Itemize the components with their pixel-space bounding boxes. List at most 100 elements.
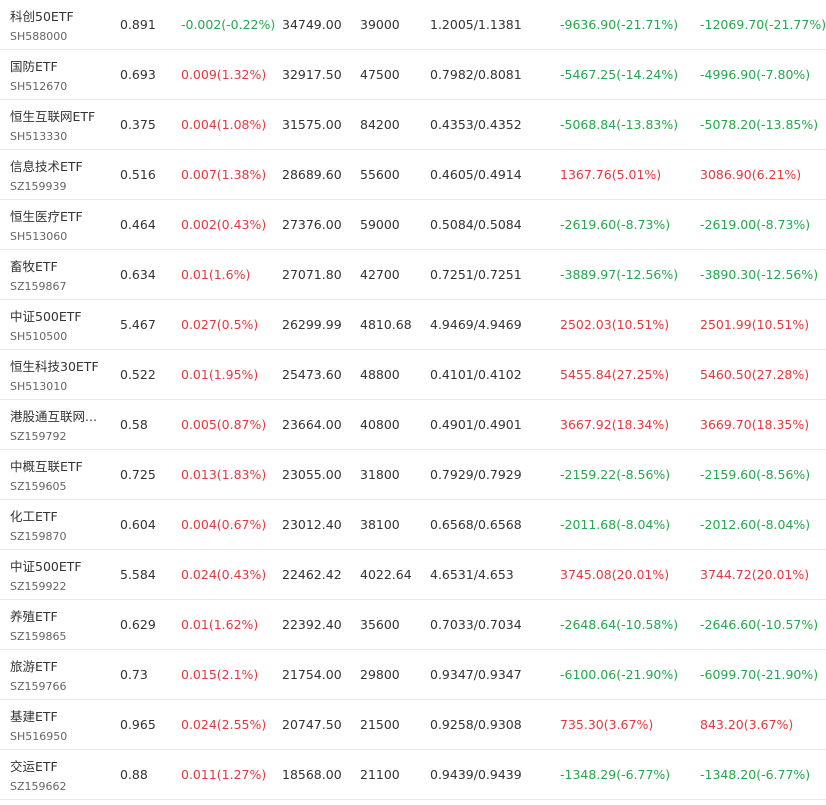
fund-name-cell: 恒生互联网ETF SH513330 xyxy=(10,106,105,155)
shares-cell: 38100 xyxy=(360,517,400,532)
pnl-cell: -5068.84(-13.83%) xyxy=(560,117,679,132)
table-row[interactable]: 畜牧ETF SZ159867 0.634 0.01(1.6%) 27071.80… xyxy=(0,250,826,300)
pnl-total-cell: -12069.70(-21.77%) xyxy=(700,17,826,32)
fund-name[interactable]: 基建ETF xyxy=(10,706,105,725)
fund-name[interactable]: 养殖ETF xyxy=(10,606,105,625)
holdings-table: 科创50ETF SH588000 0.891 -0.002(-0.22%) 34… xyxy=(0,0,826,800)
table-row[interactable]: 化工ETF SZ159870 0.604 0.004(0.67%) 23012.… xyxy=(0,500,826,550)
cost-cell: 0.4605/0.4914 xyxy=(430,167,522,182)
market-value-cell: 23055.00 xyxy=(282,467,342,482)
cost-cell: 0.7929/0.7929 xyxy=(430,467,522,482)
fund-name[interactable]: 交运ETF xyxy=(10,756,105,775)
price-cell: 0.725 xyxy=(120,467,156,482)
fund-name[interactable]: 科创50ETF xyxy=(10,6,105,25)
price-cell: 0.629 xyxy=(120,617,156,632)
fund-code: SZ159662 xyxy=(10,780,67,793)
fund-name-cell: 国防ETF SH512670 xyxy=(10,56,105,105)
shares-cell: 4022.64 xyxy=(360,567,412,582)
fund-name[interactable]: 港股通互联网... xyxy=(10,406,105,425)
market-value-cell: 18568.00 xyxy=(282,767,342,782)
fund-name[interactable]: 中概互联ETF xyxy=(10,456,105,475)
table-row[interactable]: 港股通互联网... SZ159792 0.58 0.005(0.87%) 236… xyxy=(0,400,826,450)
pnl-cell: 2502.03(10.51%) xyxy=(560,317,670,332)
table-row[interactable]: 基建ETF SH516950 0.965 0.024(2.55%) 20747.… xyxy=(0,700,826,750)
price-cell: 0.58 xyxy=(120,417,148,432)
fund-code: SH588000 xyxy=(10,30,68,43)
pnl-cell: -5467.25(-14.24%) xyxy=(560,67,679,82)
fund-name-cell: 科创50ETF SH588000 xyxy=(10,6,105,55)
shares-cell: 31800 xyxy=(360,467,400,482)
fund-name-cell: 恒生科技30ETF SH513010 xyxy=(10,356,105,405)
cost-cell: 0.4101/0.4102 xyxy=(430,367,522,382)
pnl-cell: -9636.90(-21.71%) xyxy=(560,17,679,32)
price-cell: 0.375 xyxy=(120,117,156,132)
change-cell: 0.01(1.62%) xyxy=(181,617,259,632)
fund-name[interactable]: 恒生互联网ETF xyxy=(10,106,105,125)
fund-name[interactable]: 畜牧ETF xyxy=(10,256,105,275)
fund-name[interactable]: 恒生医疗ETF xyxy=(10,206,105,225)
table-row[interactable]: 交运ETF SZ159662 0.88 0.011(1.27%) 18568.0… xyxy=(0,750,826,800)
fund-name[interactable]: 化工ETF xyxy=(10,506,105,525)
pnl-total-cell: -2159.60(-8.56%) xyxy=(700,467,811,482)
fund-code: SH513330 xyxy=(10,130,68,143)
cost-cell: 1.2005/1.1381 xyxy=(430,17,522,32)
holdings-table-body: 科创50ETF SH588000 0.891 -0.002(-0.22%) 34… xyxy=(0,0,826,800)
table-row[interactable]: 科创50ETF SH588000 0.891 -0.002(-0.22%) 34… xyxy=(0,0,826,50)
market-value-cell: 22462.42 xyxy=(282,567,342,582)
fund-name[interactable]: 旅游ETF xyxy=(10,656,105,675)
change-cell: 0.004(0.67%) xyxy=(181,517,267,532)
market-value-cell: 27376.00 xyxy=(282,217,342,232)
fund-name[interactable]: 恒生科技30ETF xyxy=(10,356,105,375)
cost-cell: 0.4353/0.4352 xyxy=(430,117,522,132)
price-cell: 0.604 xyxy=(120,517,156,532)
shares-cell: 39000 xyxy=(360,17,400,32)
change-cell: 0.01(1.95%) xyxy=(181,367,259,382)
fund-name[interactable]: 国防ETF xyxy=(10,56,105,75)
table-row[interactable]: 养殖ETF SZ159865 0.629 0.01(1.62%) 22392.4… xyxy=(0,600,826,650)
market-value-cell: 34749.00 xyxy=(282,17,342,32)
table-row[interactable]: 恒生互联网ETF SH513330 0.375 0.004(1.08%) 315… xyxy=(0,100,826,150)
pnl-cell: -2648.64(-10.58%) xyxy=(560,617,679,632)
market-value-cell: 23012.40 xyxy=(282,517,342,532)
pnl-total-cell: 3744.72(20.01%) xyxy=(700,567,810,582)
table-row[interactable]: 恒生医疗ETF SH513060 0.464 0.002(0.43%) 2737… xyxy=(0,200,826,250)
table-row[interactable]: 信息技术ETF SZ159939 0.516 0.007(1.38%) 2868… xyxy=(0,150,826,200)
fund-name-cell: 中证500ETF SZ159922 xyxy=(10,556,105,605)
change-cell: 0.024(2.55%) xyxy=(181,717,267,732)
price-cell: 0.965 xyxy=(120,717,156,732)
price-cell: 0.522 xyxy=(120,367,156,382)
pnl-total-cell: -6099.70(-21.90%) xyxy=(700,667,819,682)
cost-cell: 0.4901/0.4901 xyxy=(430,417,522,432)
table-row[interactable]: 旅游ETF SZ159766 0.73 0.015(2.1%) 21754.00… xyxy=(0,650,826,700)
cost-cell: 0.7251/0.7251 xyxy=(430,267,522,282)
table-row[interactable]: 中证500ETF SH510500 5.467 0.027(0.5%) 2629… xyxy=(0,300,826,350)
market-value-cell: 22392.40 xyxy=(282,617,342,632)
pnl-total-cell: -2012.60(-8.04%) xyxy=(700,517,811,532)
pnl-cell: 3745.08(20.01%) xyxy=(560,567,670,582)
fund-name[interactable]: 信息技术ETF xyxy=(10,156,105,175)
table-row[interactable]: 恒生科技30ETF SH513010 0.522 0.01(1.95%) 254… xyxy=(0,350,826,400)
fund-name[interactable]: 中证500ETF xyxy=(10,556,105,575)
market-value-cell: 28689.60 xyxy=(282,167,342,182)
cost-cell: 0.7982/0.8081 xyxy=(430,67,522,82)
pnl-cell: -6100.06(-21.90%) xyxy=(560,667,679,682)
fund-name-cell: 基建ETF SH516950 xyxy=(10,706,105,755)
pnl-total-cell: 3669.70(18.35%) xyxy=(700,417,810,432)
change-cell: -0.002(-0.22%) xyxy=(181,17,276,32)
change-cell: 0.01(1.6%) xyxy=(181,267,251,282)
pnl-cell: -1348.29(-6.77%) xyxy=(560,767,671,782)
market-value-cell: 32917.50 xyxy=(282,67,342,82)
cost-cell: 0.7033/0.7034 xyxy=(430,617,522,632)
table-row[interactable]: 国防ETF SH512670 0.693 0.009(1.32%) 32917.… xyxy=(0,50,826,100)
fund-name-cell: 化工ETF SZ159870 xyxy=(10,506,105,555)
table-row[interactable]: 中证500ETF SZ159922 5.584 0.024(0.43%) 224… xyxy=(0,550,826,600)
price-cell: 5.584 xyxy=(120,567,156,582)
pnl-cell: 1367.76(5.01%) xyxy=(560,167,662,182)
table-row[interactable]: 中概互联ETF SZ159605 0.725 0.013(1.83%) 2305… xyxy=(0,450,826,500)
change-cell: 0.005(0.87%) xyxy=(181,417,267,432)
shares-cell: 47500 xyxy=(360,67,400,82)
pnl-cell: -3889.97(-12.56%) xyxy=(560,267,679,282)
fund-name[interactable]: 中证500ETF xyxy=(10,306,105,325)
cost-cell: 0.6568/0.6568 xyxy=(430,517,522,532)
cost-cell: 0.9439/0.9439 xyxy=(430,767,522,782)
